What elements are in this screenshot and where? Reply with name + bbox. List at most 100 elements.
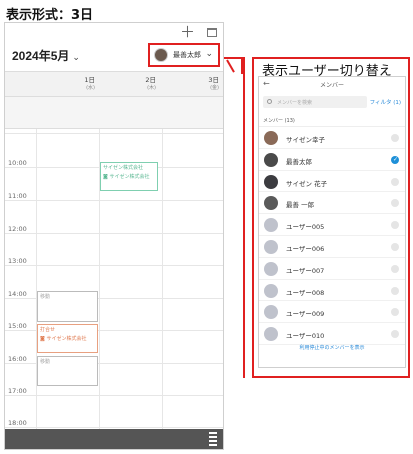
event-title: サイゼン株式会社 — [103, 165, 144, 171]
default-avatar-icon — [264, 283, 278, 298]
default-avatar-icon — [264, 239, 278, 254]
avatar — [154, 48, 168, 62]
divider — [162, 129, 163, 439]
member-row[interactable]: ユーザー006 — [259, 236, 405, 258]
event-company-label: サイゼン株式会社 — [46, 336, 87, 342]
event-title: 移動 — [40, 294, 51, 300]
radio-button[interactable] — [391, 286, 399, 295]
month-label: 2024年5月 — [12, 49, 70, 63]
calendar-view-icon[interactable] — [207, 28, 217, 37]
chevron-down-icon: ⌄ — [72, 52, 80, 62]
day-column-header[interactable]: 1日 (水) — [38, 74, 101, 91]
avatar — [264, 174, 278, 189]
hour-label: 13:00 — [8, 257, 27, 265]
connector-line — [243, 57, 245, 378]
member-row[interactable]: ユーザー005 — [259, 214, 405, 236]
radio-button[interactable] — [391, 177, 399, 186]
event-card[interactable]: サイゼン株式会社 ◙ サイゼン株式会社 — [100, 162, 158, 191]
page-caption: 表示形式：3日 — [6, 8, 94, 23]
member-name: ユーザー006 — [286, 244, 325, 253]
member-row[interactable]: サイゼン 花子 — [259, 171, 405, 193]
user-switch-button[interactable]: 最善太郎 ⌄ — [148, 43, 220, 67]
day-column-header[interactable]: 3日 (金) — [162, 74, 223, 91]
divider — [5, 427, 223, 428]
radio-button-selected[interactable]: ✓ — [391, 155, 399, 164]
member-name: ユーザー010 — [286, 332, 325, 341]
show-inactive-members-link[interactable]: 利用停止中のメンバーを表示 — [259, 344, 405, 351]
event-company-label: サイゼン株式会社 — [109, 174, 150, 180]
event-title: 打合せ — [40, 327, 56, 333]
hour-label: 16:00 — [8, 355, 27, 363]
current-user-name: 最善太郎 — [173, 51, 201, 59]
time-grid[interactable]: 10:00 11:00 12:00 13:00 14:00 15:00 16:0… — [5, 129, 223, 439]
default-avatar-icon — [264, 261, 278, 276]
calendar-header: 2024年5月 ⌄ 最善太郎 ⌄ — [5, 43, 223, 71]
event-card[interactable]: 打合せ ◙ サイゼン株式会社 — [37, 324, 98, 353]
day-number: 2日 — [145, 76, 156, 84]
panel-nav: ← メンバー — [259, 77, 405, 91]
avatar — [264, 131, 278, 145]
search-icon — [267, 99, 272, 104]
search-placeholder: メンバーを検索 — [277, 100, 313, 106]
hour-label: 11:00 — [8, 192, 27, 200]
add-icon[interactable]: ＋ — [180, 24, 195, 40]
top-toolbar: ＋ — [5, 23, 223, 43]
default-avatar-icon — [264, 218, 278, 233]
member-row[interactable]: ユーザー008 — [259, 280, 405, 302]
member-row[interactable]: ユーザー009 — [259, 301, 405, 324]
member-name: サイゼン幸子 — [286, 136, 325, 144]
day-column-header[interactable]: 2日 (木) — [99, 74, 162, 91]
divider — [5, 233, 223, 234]
member-row[interactable]: ユーザー007 — [259, 258, 405, 280]
day-weekday: (水) — [86, 85, 95, 91]
member-name: サイゼン 花子 — [286, 179, 328, 188]
hour-label: 15:00 — [8, 322, 27, 330]
event-card[interactable]: 移動 — [37, 291, 98, 322]
connector-line — [226, 59, 235, 73]
radio-button[interactable] — [391, 264, 399, 273]
event-title: 移動 — [40, 359, 51, 365]
all-day-row[interactable] — [5, 97, 223, 129]
hour-label: 12:00 — [8, 225, 27, 233]
radio-button[interactable] — [391, 308, 399, 317]
day-number: 1日 — [84, 76, 95, 84]
day-weekday: (木) — [147, 85, 156, 91]
member-row[interactable]: ユーザー010 — [259, 323, 405, 345]
search-row: メンバーを検索 フィルタ (1) — [259, 95, 405, 111]
chevron-down-icon: ⌄ — [205, 49, 213, 59]
member-name: ユーザー007 — [286, 266, 325, 275]
radio-button[interactable] — [391, 221, 399, 230]
month-selector[interactable]: 2024年5月 ⌄ — [12, 47, 80, 64]
radio-button[interactable] — [391, 134, 399, 142]
event-card[interactable]: 移動 — [37, 356, 98, 386]
member-name: ユーザー005 — [286, 223, 325, 232]
member-count: メンバー (13) — [259, 111, 405, 127]
divider — [5, 265, 223, 266]
member-name: 最善太郎 — [286, 157, 312, 166]
event-company: ◙ サイゼン株式会社 — [40, 336, 87, 342]
member-row[interactable]: 最善 一郎 — [259, 192, 405, 215]
member-selector: ← メンバー メンバーを検索 フィルタ (1) メンバー (13) サイゼン幸子… — [258, 76, 406, 368]
menu-grid-icon[interactable] — [209, 432, 217, 446]
hour-label: 18:00 — [8, 419, 27, 427]
member-search-input[interactable]: メンバーを検索 — [263, 96, 367, 108]
avatar — [264, 196, 278, 211]
default-avatar-icon — [264, 305, 278, 320]
check-icon: ✓ — [393, 155, 399, 163]
divider — [36, 129, 37, 439]
day-number: 3日 — [208, 76, 219, 84]
filter-button[interactable]: フィルタ (1) — [370, 98, 401, 106]
calendar-screen: ＋ 2024年5月⌄ 最善太郎 ⌄ 1日 (水) 2日 (木) 3日 (金) — [4, 22, 224, 450]
event-company: ◙ サイゼン株式会社 — [103, 174, 150, 180]
member-row[interactable]: サイゼン幸子 — [259, 127, 405, 149]
member-name: ユーザー009 — [286, 310, 325, 319]
tab-members[interactable]: メンバー — [259, 80, 405, 89]
radio-button[interactable] — [391, 330, 399, 339]
member-row[interactable]: 最善太郎 ✓ — [259, 149, 405, 171]
radio-button[interactable] — [391, 199, 399, 208]
member-name: ユーザー008 — [286, 288, 325, 297]
divider — [5, 395, 223, 396]
member-name: 最善 一郎 — [286, 201, 315, 210]
radio-button[interactable] — [391, 242, 399, 251]
day-header: 1日 (水) 2日 (木) 3日 (金) — [5, 71, 223, 97]
